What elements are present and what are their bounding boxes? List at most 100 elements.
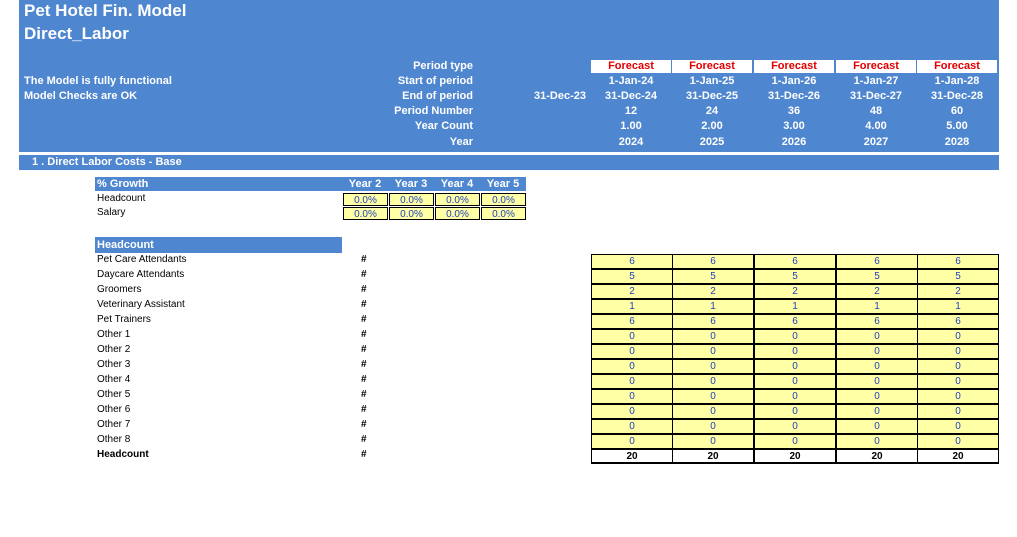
headcount-input-cell[interactable]: 0: [917, 389, 999, 404]
model-title: Pet Hotel Fin. Model: [24, 1, 187, 20]
headcount-input-cell[interactable]: 0: [672, 344, 754, 359]
section-header: 1 . Direct Labor Costs - Base: [19, 155, 999, 170]
end-of-period-cell: 31-Dec-26: [768, 90, 820, 102]
headcount-input-cell[interactable]: 0: [591, 434, 673, 449]
growth-input-cell[interactable]: 0.0%: [481, 207, 526, 220]
headcount-input-cell[interactable]: 6: [754, 314, 836, 329]
headcount-row-label: Other 3: [97, 359, 131, 370]
headcount-input-cell[interactable]: 0: [754, 404, 836, 419]
headcount-row-label: Pet Trainers: [97, 314, 151, 325]
headcount-input-cell[interactable]: 1: [836, 299, 918, 314]
headcount-input-cell[interactable]: 0: [836, 419, 918, 434]
headcount-input-cell[interactable]: 0: [591, 344, 673, 359]
headcount-input-cell[interactable]: 0: [836, 389, 918, 404]
headcount-input-cell[interactable]: 6: [836, 314, 918, 329]
headcount-input-cell[interactable]: 0: [917, 359, 999, 374]
headcount-input-cell[interactable]: 1: [591, 299, 673, 314]
headcount-input-cell[interactable]: 0: [672, 434, 754, 449]
headcount-input-cell[interactable]: 6: [754, 254, 836, 269]
headcount-input-cell[interactable]: 1: [754, 299, 836, 314]
headcount-input-cell[interactable]: 6: [917, 254, 999, 269]
growth-header: % Growth: [95, 177, 342, 191]
growth-input-cell[interactable]: 0.0%: [343, 193, 388, 206]
headcount-input-cell[interactable]: 0: [672, 404, 754, 419]
header-label: Period Number: [394, 105, 473, 117]
growth-input-cell[interactable]: 0.0%: [389, 193, 434, 206]
unit-label: #: [361, 389, 367, 400]
headcount-input-cell[interactable]: 0: [591, 419, 673, 434]
headcount-input-cell[interactable]: 0: [591, 404, 673, 419]
headcount-row-label: Veterinary Assistant: [97, 299, 185, 310]
headcount-input-cell[interactable]: 0: [917, 434, 999, 449]
headcount-input-cell[interactable]: 5: [917, 269, 999, 284]
headcount-input-cell[interactable]: 0: [754, 434, 836, 449]
headcount-input-cell[interactable]: 0: [917, 344, 999, 359]
headcount-input-cell[interactable]: 0: [591, 359, 673, 374]
growth-input-cell[interactable]: 0.0%: [481, 193, 526, 206]
headcount-input-cell[interactable]: 0: [754, 344, 836, 359]
headcount-input-cell[interactable]: 2: [917, 284, 999, 299]
growth-input-cell[interactable]: 0.0%: [435, 193, 480, 206]
headcount-input-cell[interactable]: 0: [836, 434, 918, 449]
headcount-input-cell[interactable]: 5: [591, 269, 673, 284]
headcount-input-cell[interactable]: 0: [917, 374, 999, 389]
header-label: Period type: [413, 60, 473, 72]
headcount-input-cell[interactable]: 6: [836, 254, 918, 269]
headcount-input-cell[interactable]: 5: [836, 269, 918, 284]
headcount-input-cell[interactable]: 0: [591, 374, 673, 389]
headcount-input-cell[interactable]: 0: [836, 404, 918, 419]
headcount-input-cell[interactable]: 5: [672, 269, 754, 284]
headcount-input-cell[interactable]: 0: [836, 329, 918, 344]
headcount-input-cell[interactable]: 0: [591, 389, 673, 404]
headcount-input-cell[interactable]: 0: [672, 419, 754, 434]
headcount-input-cell[interactable]: 0: [754, 389, 836, 404]
headcount-input-cell[interactable]: 6: [672, 314, 754, 329]
growth-year-header: Year 3: [388, 177, 434, 191]
headcount-input-cell[interactable]: 6: [917, 314, 999, 329]
headcount-row-label: Other 4: [97, 374, 131, 385]
headcount-input-cell[interactable]: 0: [754, 329, 836, 344]
headcount-input-cell[interactable]: 6: [672, 254, 754, 269]
headcount-row-label: Other 2: [97, 344, 131, 355]
headcount-input-cell[interactable]: 0: [672, 374, 754, 389]
start-of-period-cell: 1-Jan-24: [608, 75, 654, 87]
header-label: Year Count: [414, 120, 473, 132]
unit-label: #: [361, 374, 367, 385]
headcount-input-cell[interactable]: 2: [836, 284, 918, 299]
headcount-input-cell[interactable]: 6: [591, 314, 673, 329]
unit-label: #: [361, 254, 367, 265]
headcount-input-cell[interactable]: 0: [754, 359, 836, 374]
headcount-input-cell[interactable]: 1: [672, 299, 754, 314]
headcount-input-cell[interactable]: 0: [917, 329, 999, 344]
headcount-input-cell[interactable]: 5: [754, 269, 836, 284]
period-number-cell: 36: [787, 105, 801, 117]
unit-label: #: [361, 269, 367, 280]
headcount-row-label: Pet Care Attendants: [97, 254, 187, 265]
headcount-input-cell[interactable]: 2: [591, 284, 673, 299]
headcount-input-cell[interactable]: 0: [754, 419, 836, 434]
growth-year-header: Year 4: [434, 177, 480, 191]
growth-input-cell[interactable]: 0.0%: [435, 207, 480, 220]
headcount-input-cell[interactable]: 0: [836, 359, 918, 374]
headcount-input-cell[interactable]: 2: [754, 284, 836, 299]
unit-label: #: [361, 299, 367, 310]
headcount-input-cell[interactable]: 0: [672, 329, 754, 344]
year-count-cell: 5.00: [946, 120, 968, 132]
start-of-period-cell: 1-Jan-28: [934, 75, 980, 87]
headcount-input-cell[interactable]: 0: [836, 344, 918, 359]
headcount-input-cell[interactable]: 2: [672, 284, 754, 299]
unit-label: #: [361, 449, 367, 460]
headcount-input-cell[interactable]: 0: [591, 329, 673, 344]
headcount-input-cell[interactable]: 0: [836, 374, 918, 389]
headcount-header: Headcount: [95, 237, 342, 253]
headcount-input-cell[interactable]: 0: [917, 404, 999, 419]
headcount-input-cell[interactable]: 0: [917, 419, 999, 434]
headcount-input-cell[interactable]: 0: [672, 389, 754, 404]
headcount-input-cell[interactable]: 0: [754, 374, 836, 389]
growth-input-cell[interactable]: 0.0%: [389, 207, 434, 220]
headcount-input-cell[interactable]: 1: [917, 299, 999, 314]
year-cell: 2026: [781, 136, 807, 148]
growth-input-cell[interactable]: 0.0%: [343, 207, 388, 220]
headcount-input-cell[interactable]: 0: [672, 359, 754, 374]
headcount-input-cell[interactable]: 6: [591, 254, 673, 269]
